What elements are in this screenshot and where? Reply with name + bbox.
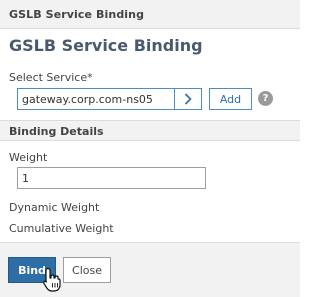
- weight-label: Weight: [9, 151, 48, 164]
- window-titlebar: GSLB Service Binding: [0, 0, 300, 29]
- dynamic-weight-label: Dynamic Weight: [9, 201, 100, 214]
- binding-details-title: Binding Details: [9, 125, 104, 138]
- service-select[interactable]: gateway.corp.com-ns05: [17, 88, 202, 110]
- hand-pointer-icon: [43, 267, 61, 292]
- service-select-value: gateway.corp.com-ns05: [22, 93, 153, 106]
- weight-value: 1: [22, 172, 29, 185]
- cumulative-weight-label: Cumulative Weight: [9, 222, 114, 235]
- window-title: GSLB Service Binding: [9, 8, 145, 21]
- page-title: GSLB Service Binding: [9, 36, 203, 55]
- select-service-label: Select Service*: [9, 71, 93, 84]
- help-icon[interactable]: ?: [258, 91, 273, 106]
- weight-input[interactable]: 1: [17, 167, 206, 189]
- binding-details-section: Binding Details: [0, 120, 300, 141]
- close-button[interactable]: Close: [63, 257, 111, 283]
- chevron-right-icon[interactable]: [174, 89, 201, 109]
- add-service-button[interactable]: Add: [209, 88, 252, 110]
